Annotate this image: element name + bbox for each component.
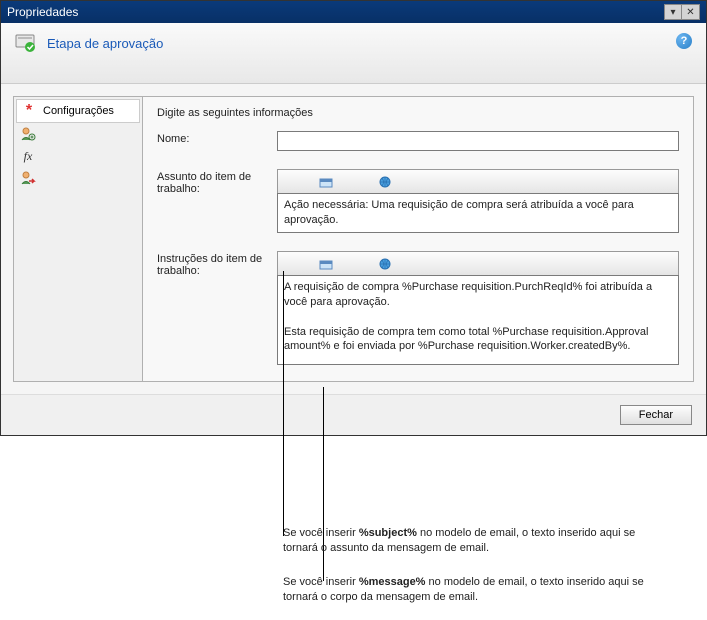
insert-link-icon[interactable] [376,174,394,190]
main-panel: Digite as seguintes informações Nome: As… [143,96,694,382]
name-row: Nome: [157,131,679,151]
user-icon [20,126,36,142]
name-input[interactable] [277,131,679,151]
callout-subject: Se você inserir %subject% no modelo de e… [283,526,653,556]
window-title: Propriedades [7,5,78,19]
subject-row: Assunto do item de trabalho: [157,169,679,233]
annotation-line-subject [283,271,284,536]
sidebar-nav: * Configurações fx [13,96,143,382]
titlebar-controls: ▾ ✕ [664,4,700,20]
function-icon: fx [20,148,36,164]
name-label: Nome: [157,131,267,145]
insert-link-icon[interactable] [376,256,394,272]
subject-textarea[interactable] [277,193,679,233]
content: * Configurações fx Digite as seguintes i… [1,84,706,394]
user-assign-icon [20,170,36,186]
section-heading: Digite as seguintes informações [157,107,679,119]
header-left: Etapa de aprovação [15,33,163,53]
footer: Fechar [1,394,706,435]
callout-text: Se você inserir [283,576,359,588]
insert-field-icon[interactable] [318,256,336,272]
asterisk-icon: * [21,103,37,119]
properties-window: Propriedades ▾ ✕ Etapa de aprovação ? * [0,0,707,436]
instructions-toolbar [277,251,679,275]
callout-message: Se você inserir %message% no modelo de e… [283,575,653,605]
callout-text: Se você inserir [283,527,359,539]
sidebar-item-users[interactable] [16,123,140,145]
sidebar-item-fx[interactable]: fx [16,145,140,167]
close-window-button[interactable]: ✕ [682,4,700,20]
instructions-row: Instruções do item de trabalho: [157,251,679,365]
instructions-textarea[interactable] [277,275,679,365]
insert-field-icon[interactable] [318,174,336,190]
close-button[interactable]: Fechar [620,405,692,425]
instructions-label: Instruções do item de trabalho: [157,251,267,277]
header: Etapa de aprovação ? [1,23,706,84]
header-title: Etapa de aprovação [47,36,163,51]
approval-step-icon [15,33,39,53]
sidebar-item-configurations[interactable]: * Configurações [16,99,140,123]
callout-bold: %subject% [359,527,417,539]
subject-label: Assunto do item de trabalho: [157,169,267,195]
help-icon[interactable]: ? [676,33,692,49]
sidebar-item-assign[interactable] [16,167,140,189]
sidebar-item-label: Configurações [43,105,114,117]
minimize-button[interactable]: ▾ [664,4,682,20]
callout-bold: %message% [359,576,426,588]
subject-toolbar [277,169,679,193]
titlebar: Propriedades ▾ ✕ [1,1,706,23]
